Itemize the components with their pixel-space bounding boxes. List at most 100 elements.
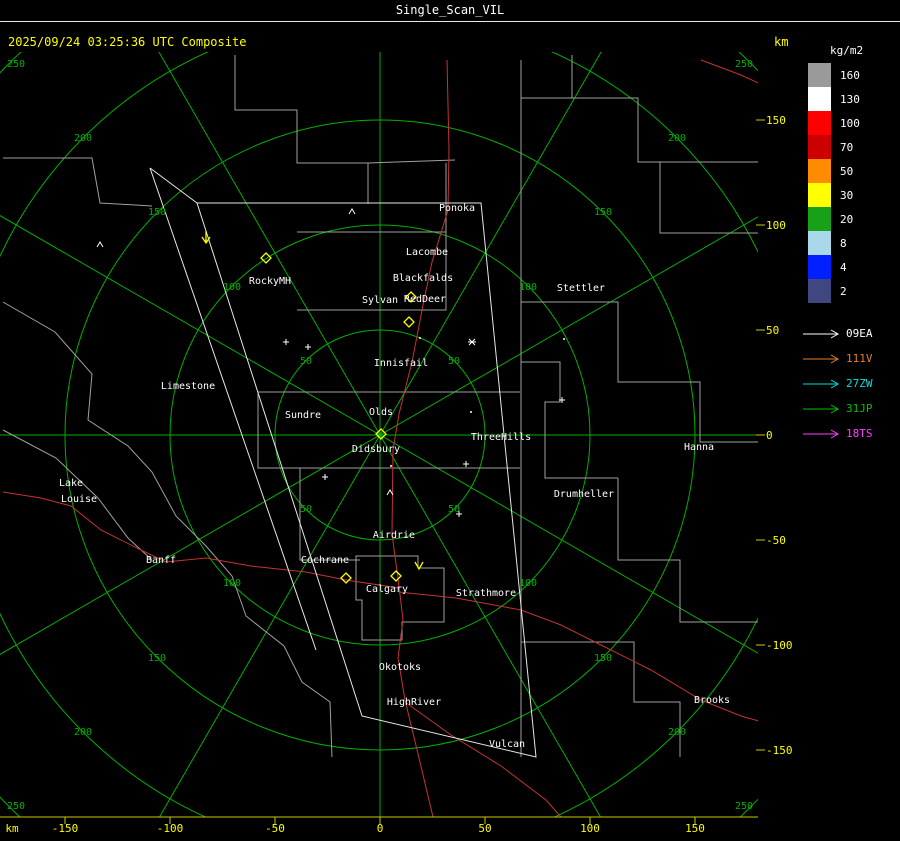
site-id: 111V — [846, 352, 873, 365]
axis-label: 100 — [580, 822, 600, 835]
city-label: Innisfail — [374, 358, 428, 369]
legend-row: 160 — [800, 63, 900, 87]
range-label: 250 — [7, 59, 25, 70]
legend-swatch — [808, 111, 831, 135]
axis-label: 0 — [766, 429, 773, 442]
axis-label: 0 — [377, 822, 384, 835]
city-label: Blackfalds — [393, 273, 453, 284]
axis-label: -150 — [766, 744, 793, 757]
legend-swatch — [808, 159, 831, 183]
range-label: 200 — [74, 133, 92, 144]
legend-row: 4 — [800, 255, 900, 279]
legend-swatch — [808, 231, 831, 255]
legend-panel: kg/m2 160 130 100 70 50 30 20 8 4 2 09EA… — [800, 44, 900, 446]
site-id: 31JP — [846, 402, 873, 415]
legend-value: 160 — [840, 68, 860, 82]
range-label: 50 — [448, 504, 460, 515]
legend-swatch — [808, 255, 831, 279]
city-label: Calgary — [366, 584, 408, 595]
range-label: 50 — [448, 356, 460, 367]
legend-row: 30 — [800, 183, 900, 207]
range-label: 150 — [594, 653, 612, 664]
city-label: RedDeer — [404, 294, 446, 305]
town-symbols — [96, 208, 565, 517]
site-arrow-icon — [803, 379, 840, 388]
site-legend-row: 31JP — [800, 396, 900, 421]
range-label: 250 — [7, 801, 25, 812]
axis-labels-right: 150 100 50 0 -50 -100 -150 — [766, 114, 793, 757]
legend-value: 4 — [840, 260, 847, 274]
axis-label: -150 — [52, 822, 79, 835]
site-id: 09EA — [846, 327, 873, 340]
city-label: Olds — [369, 407, 393, 418]
site-id: 27ZW — [846, 377, 873, 390]
city-label: Ponoka — [439, 203, 475, 214]
city-label: Hanna — [684, 442, 714, 453]
city-label: Stettler — [557, 283, 605, 294]
city-label: Brooks — [694, 695, 730, 706]
axis-labels-bottom: -150 -100 -50 0 50 100 150 km — [5, 822, 705, 835]
site-legend-row: 111V — [800, 346, 900, 371]
legend-swatch — [808, 279, 831, 303]
legend-row: 20 — [800, 207, 900, 231]
city-label: RockyMH — [249, 276, 291, 287]
city-label: Okotoks — [379, 662, 421, 673]
legend-swatch — [808, 135, 831, 159]
range-label: 250 — [735, 59, 753, 70]
site-legend-row: 18TS — [800, 421, 900, 446]
legend-row: 2 — [800, 279, 900, 303]
axis-ticks — [0, 119, 765, 824]
city-labels: Ponoka Lacombe Blackfalds RedDeer Sylvan… — [59, 203, 730, 750]
axis-label: -100 — [766, 639, 793, 652]
range-label: 100 — [223, 282, 241, 293]
city-label: Drumheller — [554, 489, 614, 500]
site-arrow-icon — [803, 429, 840, 438]
range-label: 100 — [519, 282, 537, 293]
range-label: 150 — [594, 207, 612, 218]
city-label: HighRiver — [387, 697, 441, 708]
legend-row: 50 — [800, 159, 900, 183]
range-label: 200 — [668, 727, 686, 738]
legend-swatch — [808, 207, 831, 231]
range-label: 150 — [148, 653, 166, 664]
city-label: Sylvan — [362, 295, 398, 306]
legend-value: 20 — [840, 212, 854, 226]
axis-label: 50 — [478, 822, 491, 835]
legend-swatch — [808, 63, 831, 87]
city-label: Didsbury — [352, 444, 400, 455]
legend-row: 100 — [800, 111, 900, 135]
site-arrow-icon — [803, 404, 840, 413]
axis-label: 150 — [685, 822, 705, 835]
legend-value: 100 — [840, 116, 860, 130]
range-label: 200 — [668, 133, 686, 144]
site-legend-row: 09EA — [800, 321, 900, 346]
range-label: 50 — [300, 356, 312, 367]
axis-label: 50 — [766, 324, 779, 337]
radar-display[interactable]: 50 50 50 50 100 100 100 100 150 150 150 … — [0, 0, 900, 841]
site-legend: 09EA 111V 27ZW 31JP 18TS — [800, 321, 900, 446]
city-label: Cochrane — [301, 555, 349, 566]
site-arrow-icon — [803, 329, 840, 338]
legend-value: 70 — [840, 140, 854, 154]
axis-unit-top: km — [774, 35, 789, 49]
range-label: 100 — [519, 578, 537, 589]
city-label: Limestone — [161, 381, 215, 392]
city-label: Vulcan — [489, 739, 525, 750]
legend-value: 2 — [840, 284, 847, 298]
city-label: Strathmore — [456, 588, 516, 599]
legend-swatch — [808, 183, 831, 207]
city-label: Lacombe — [406, 247, 448, 258]
city-label: Sundre — [285, 410, 321, 421]
site-arrow-icon — [803, 354, 840, 363]
axis-unit-bottom: km — [5, 822, 19, 835]
range-label: 150 — [148, 207, 166, 218]
window-title: Single_Scan_VIL — [0, 0, 900, 22]
legend-value: 50 — [840, 164, 854, 178]
city-label: Banff — [146, 555, 176, 566]
city-label: Louise — [61, 494, 97, 505]
range-label: 100 — [223, 578, 241, 589]
scan-area-outline — [149, 167, 537, 758]
axis-label: 100 — [766, 219, 786, 232]
legend-value: 30 — [840, 188, 854, 202]
range-label: 50 — [300, 504, 312, 515]
